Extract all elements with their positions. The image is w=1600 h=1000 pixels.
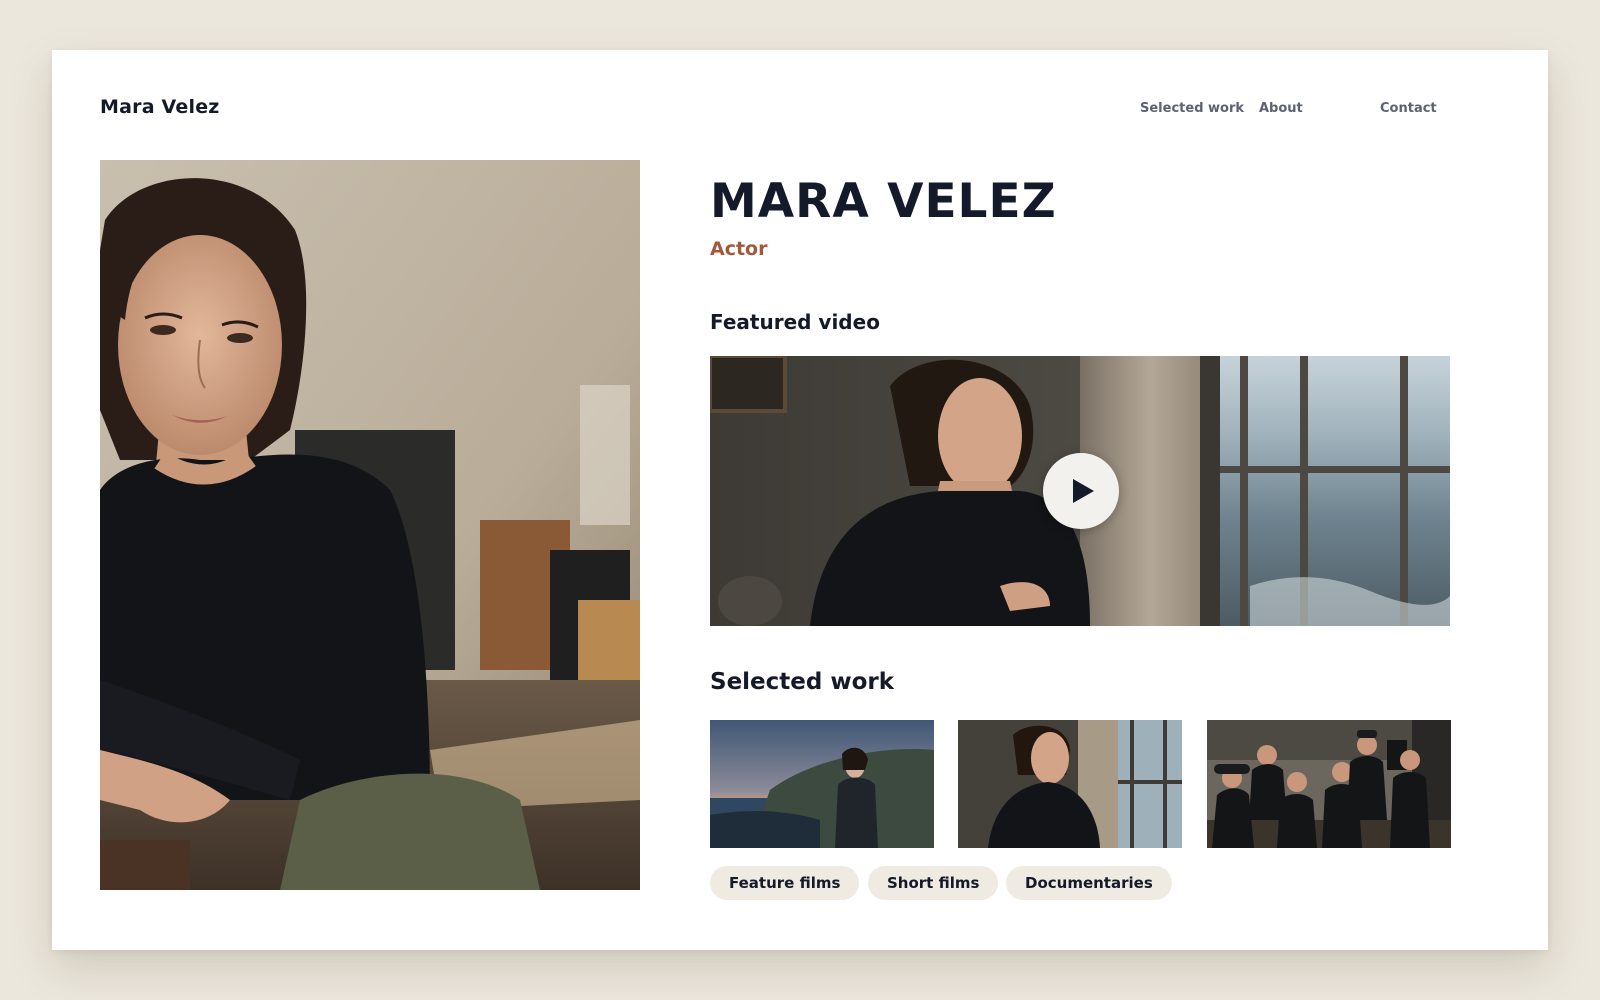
nav-link-contact[interactable]: Contact: [1380, 101, 1437, 116]
window-photo-icon: [958, 720, 1182, 848]
hero-name: MARA VELEZ: [710, 174, 1057, 229]
hero-role: Actor: [710, 238, 768, 260]
work-thumbnail-coastline[interactable]: [710, 720, 934, 848]
portrait-illustration: [100, 160, 640, 890]
main-nav: Selected work About Contact: [52, 101, 1548, 119]
play-icon: [1073, 479, 1094, 503]
film-crew-photo-icon: [1207, 720, 1451, 848]
coastline-photo-icon: [710, 720, 934, 848]
nav-link-about[interactable]: About: [1259, 101, 1303, 116]
page-card: Mara Velez Selected work About Contact M…: [52, 50, 1548, 950]
selected-work-heading: Selected work: [710, 669, 895, 695]
work-thumbnail-window[interactable]: [958, 720, 1182, 848]
category-chip-feature-films[interactable]: Feature films: [710, 866, 860, 900]
play-button[interactable]: [1043, 453, 1119, 529]
work-thumbnail-film-crew[interactable]: [1207, 720, 1451, 848]
featured-video-heading: Featured video: [710, 310, 880, 334]
featured-video[interactable]: [710, 356, 1450, 626]
category-chip-documentaries[interactable]: Documentaries: [1006, 866, 1172, 900]
nav-link-selected-work[interactable]: Selected work: [1140, 101, 1244, 116]
category-chip-short-films[interactable]: Short films: [868, 866, 999, 900]
portrait-photo: [100, 160, 640, 890]
